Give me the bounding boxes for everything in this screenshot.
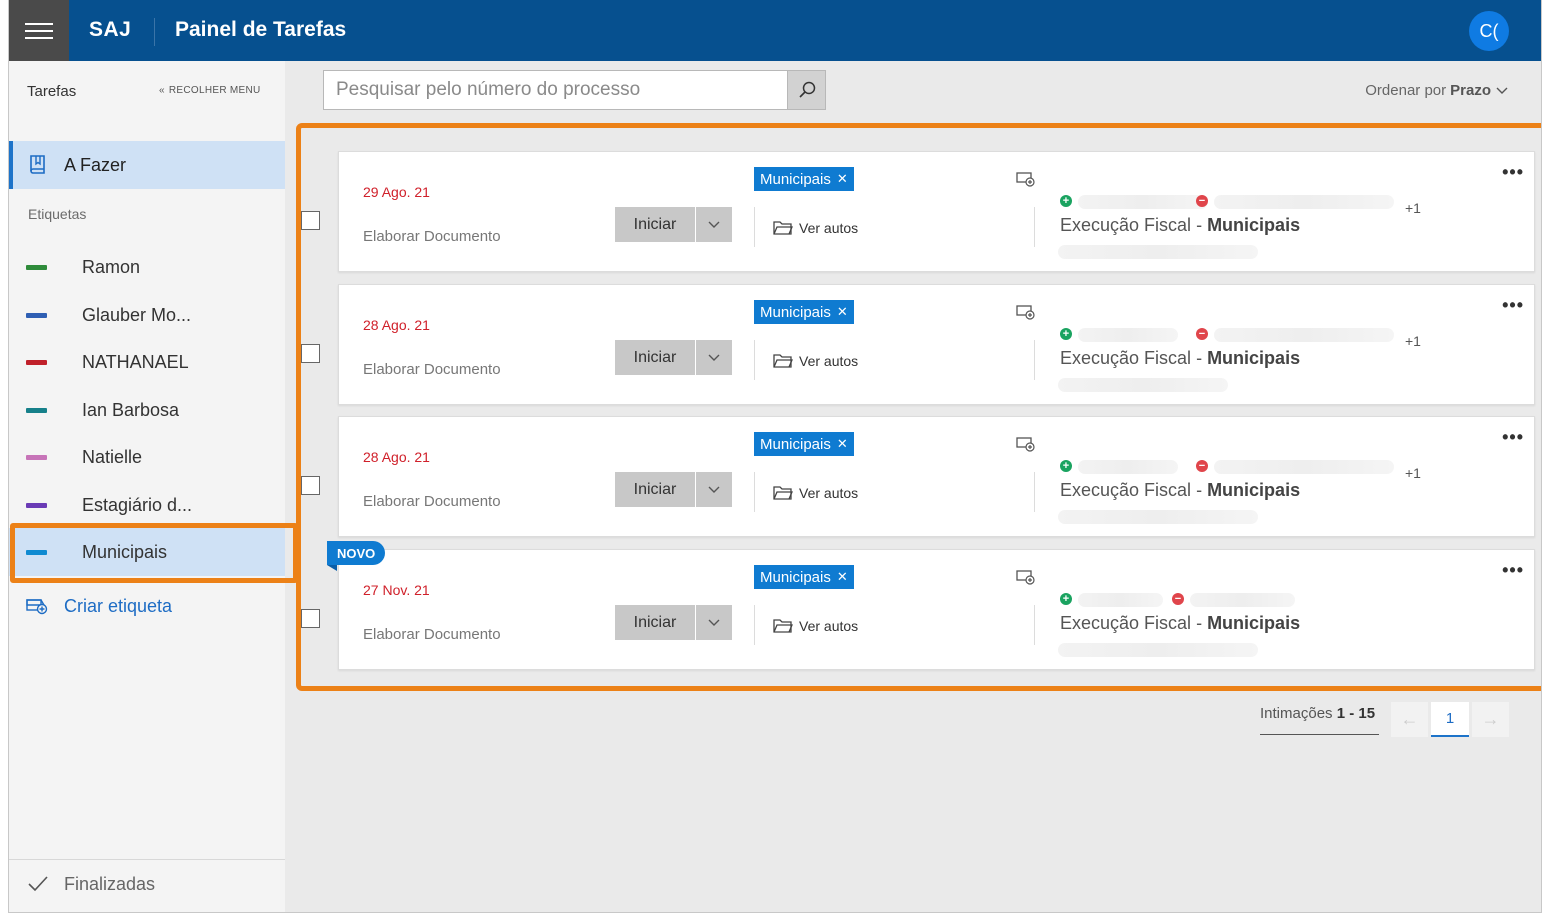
sidebar-tag-ramon[interactable]: Ramon — [9, 243, 285, 291]
sidebar-title: Tarefas — [27, 83, 77, 100]
collapse-menu-button[interactable]: « RECOLHER MENU — [159, 85, 261, 96]
tag-color-bar — [26, 264, 47, 270]
sidebar: Tarefas « RECOLHER MENU A Fazer Etiqueta… — [9, 61, 285, 912]
search-input[interactable] — [323, 70, 788, 110]
sidebar-item-finished-label: Finalizadas — [64, 873, 156, 894]
chevron-down-icon — [1496, 87, 1508, 94]
pagination-range: 1 - 15 — [1336, 705, 1376, 722]
create-label-text: Criar etiqueta — [64, 595, 173, 616]
labels-section-title: Etiquetas — [28, 206, 87, 222]
brand-divider — [154, 18, 155, 46]
sidebar-tag-label: Ian Barbosa — [82, 399, 180, 420]
sidebar-tag-nathanael[interactable]: NATHANAEL — [9, 338, 285, 386]
book-icon — [30, 155, 45, 174]
sidebar-tag-natielle[interactable]: Natielle — [9, 433, 285, 481]
sidebar-tag-ian-barbosa[interactable]: Ian Barbosa — [9, 386, 285, 434]
arrow-left-icon: ← — [1400, 709, 1419, 729]
add-tag-icon — [26, 599, 48, 615]
create-label-button[interactable]: Criar etiqueta — [9, 586, 285, 626]
tag-color-bar — [26, 359, 47, 365]
prev-page-button[interactable]: ← — [1391, 702, 1428, 737]
sidebar-tag-estagiario[interactable]: Estagiário d... — [9, 481, 285, 529]
search-button[interactable] — [787, 70, 826, 110]
next-page-button[interactable]: → — [1472, 702, 1509, 737]
double-chevron-left-icon: « — [159, 85, 165, 96]
search-icon — [798, 81, 815, 98]
brand-logo: SAJ — [89, 18, 132, 41]
user-avatar[interactable]: C( — [1469, 11, 1509, 51]
top-bar: SAJ Painel de Tarefas C( — [9, 0, 1541, 61]
sort-label: Ordenar por — [1365, 82, 1447, 99]
sort-dropdown[interactable]: Ordenar por Prazo — [1365, 82, 1509, 99]
hamburger-menu-icon[interactable] — [9, 0, 69, 61]
sidebar-tag-label: Natielle — [82, 446, 143, 467]
sidebar-tag-glauber[interactable]: Glauber Mo... — [9, 291, 285, 339]
sidebar-tag-label: Estagiário d... — [82, 494, 193, 515]
arrow-right-icon: → — [1481, 709, 1500, 729]
highlight-box-sidebar — [10, 523, 298, 583]
sidebar-tag-label: Glauber Mo... — [82, 304, 192, 325]
sort-value: Prazo — [1450, 82, 1491, 99]
collapse-menu-label: RECOLHER MENU — [168, 85, 261, 96]
sidebar-divider — [9, 859, 285, 860]
sidebar-item-todo-label: A Fazer — [64, 154, 127, 175]
sidebar-item-finished[interactable]: Finalizadas — [9, 869, 285, 899]
sidebar-tag-label: Ramon — [82, 256, 141, 277]
highlight-box-task-list — [296, 123, 1541, 691]
checkmark-icon — [28, 876, 48, 892]
tag-color-bar — [26, 454, 47, 460]
app-window: SAJ Painel de Tarefas C( Tarefas « RECOL… — [8, 0, 1542, 913]
tag-color-bar — [26, 502, 47, 508]
tag-color-bar — [26, 407, 47, 413]
pagination-info: Intimações 1 - 15 — [1260, 705, 1379, 735]
sidebar-item-todo[interactable]: A Fazer — [9, 141, 285, 189]
page-title: Painel de Tarefas — [175, 18, 347, 41]
pagination-label: Intimações — [1260, 705, 1333, 722]
current-page-button[interactable]: 1 — [1431, 702, 1469, 737]
sidebar-tag-label: NATHANAEL — [82, 351, 189, 372]
tag-color-bar — [26, 312, 47, 318]
